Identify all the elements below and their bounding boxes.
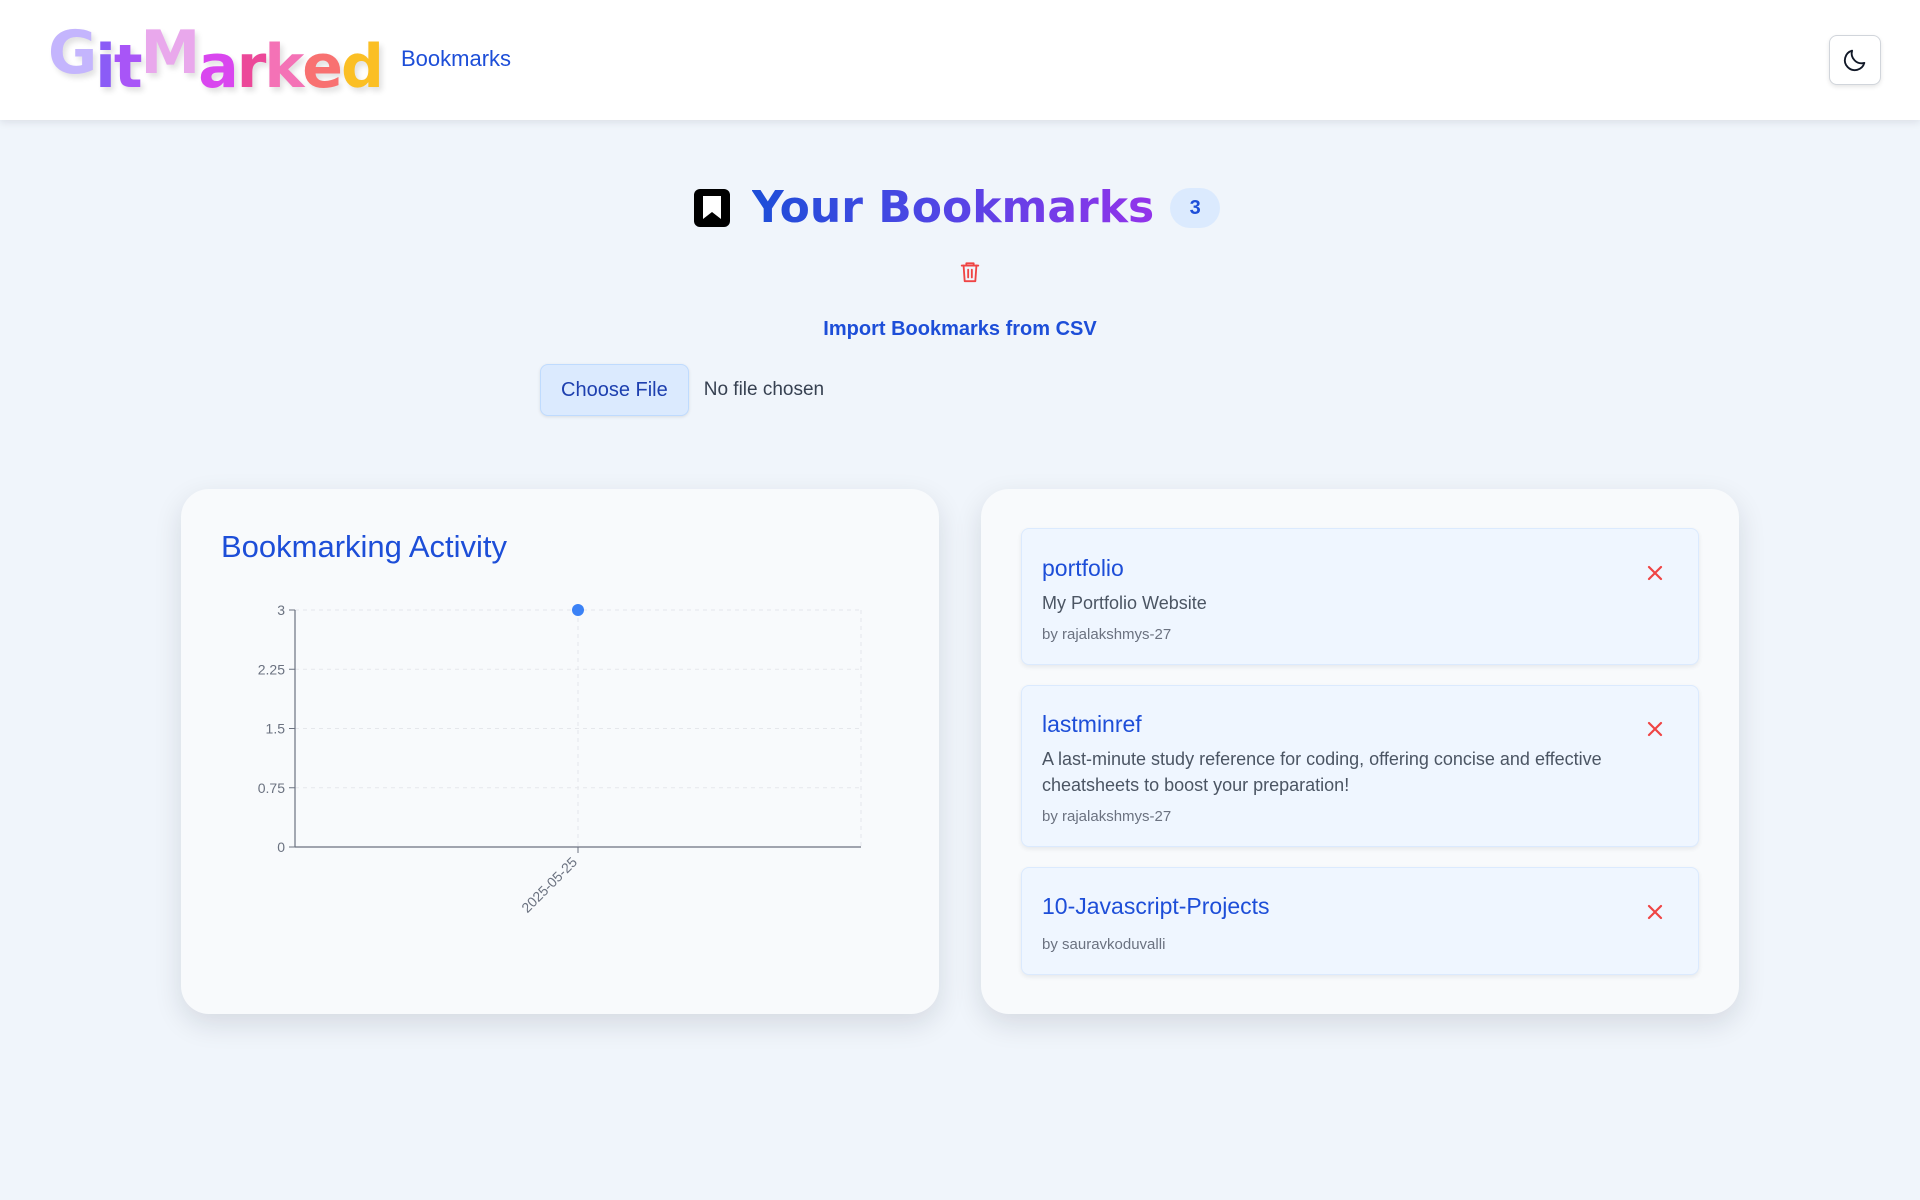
bookmark-author: by rajalakshmys-27	[1042, 808, 1172, 825]
logo-letter: k	[264, 32, 304, 102]
logo-letter: G	[48, 18, 97, 88]
bookmark-list-card: portfolio My Portfolio Website by rajala…	[981, 489, 1739, 1014]
bookmark-description: My Portfolio Website	[1042, 593, 1207, 613]
top-nav-bar: GitMarked Bookmarks	[0, 0, 1920, 120]
x-tick-label: 2025-05-25	[518, 854, 580, 916]
close-icon	[1647, 904, 1663, 920]
remove-bookmark-button[interactable]	[1644, 718, 1666, 740]
bookmark-icon	[693, 189, 730, 227]
y-tick-label: 2.25	[258, 661, 285, 677]
file-status: No file chosen	[703, 379, 825, 400]
data-point	[572, 604, 584, 616]
moon-icon	[1843, 49, 1866, 72]
y-tick-label: 1.5	[266, 721, 286, 737]
y-tick-label: 0	[277, 839, 285, 855]
bookmark-item: portfolio My Portfolio Website by rajala…	[1021, 528, 1699, 665]
app-logo[interactable]: GitMarked	[48, 18, 384, 102]
activity-chart-card: Bookmarking Activity 0 0.75 1.5 2.25 3 2025-0…	[181, 489, 939, 1014]
clear-all-button[interactable]	[958, 258, 982, 286]
theme-toggle-button[interactable]	[1829, 35, 1881, 85]
close-icon	[1647, 565, 1663, 581]
bookmark-count-badge: 3	[1170, 188, 1221, 228]
bookmark-title-link[interactable]: 10-Javascript-Projects	[1042, 893, 1270, 920]
activity-line-chart: 0 0.75 1.5 2.25 3 2025-05-25	[258, 602, 862, 916]
bookmark-item: lastminref A last-minute study reference…	[1021, 685, 1699, 847]
import-csv-label: Import Bookmarks from CSV	[823, 318, 1097, 340]
bookmark-title-link[interactable]: portfolio	[1042, 555, 1124, 582]
logo-letter: a	[198, 32, 238, 102]
bookmark-author: by sauravkoduvalli	[1042, 936, 1166, 953]
nav-link-bookmarks[interactable]: Bookmarks	[401, 46, 511, 72]
logo-letter: M	[140, 18, 201, 88]
remove-bookmark-button[interactable]	[1644, 562, 1666, 584]
page-title: Your Bookmarks	[752, 180, 1154, 236]
logo-letter: e	[302, 32, 343, 102]
close-icon	[1647, 721, 1663, 737]
y-tick-label: 0.75	[258, 780, 285, 796]
trash-icon	[960, 262, 980, 283]
logo-letter: t	[113, 32, 143, 102]
bookmark-author: by rajalakshmys-27	[1042, 626, 1172, 643]
bookmark-title-link[interactable]: lastminref	[1042, 711, 1142, 738]
page-title-row: Your Bookmarks 3	[0, 180, 1920, 236]
csv-file-input: Choose File No file chosen	[540, 364, 824, 416]
choose-file-button[interactable]: Choose File	[540, 364, 689, 416]
bookmark-description: A last-minute study reference for coding…	[1042, 749, 1602, 795]
remove-bookmark-button[interactable]	[1644, 901, 1666, 923]
y-tick-label: 3	[277, 602, 285, 618]
logo-letter: r	[236, 32, 267, 102]
logo-letter: i	[95, 32, 116, 102]
logo-letter: d	[340, 32, 384, 102]
bookmark-item: 10-Javascript-Projects by sauravkoduvall…	[1021, 867, 1699, 975]
